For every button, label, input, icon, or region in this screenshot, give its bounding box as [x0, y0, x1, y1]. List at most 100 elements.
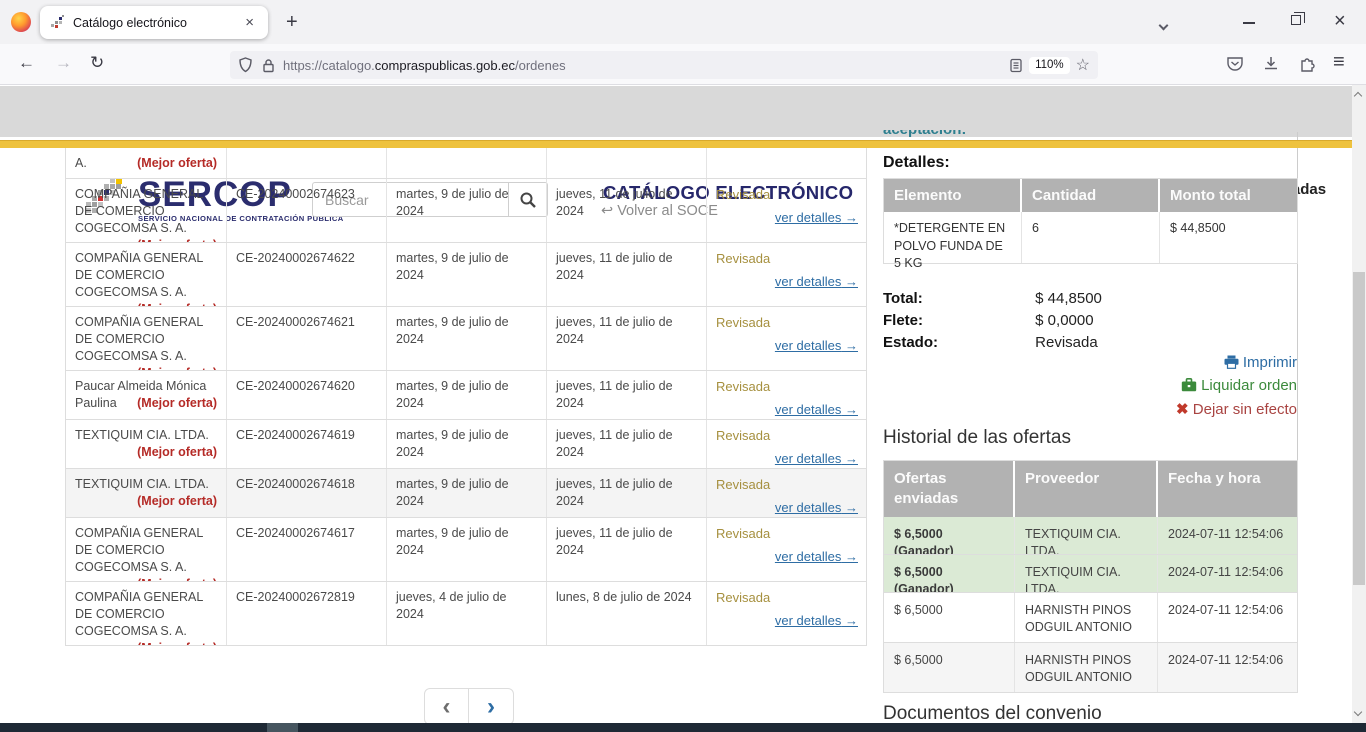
best-offer-badge: (Mejor oferta): [137, 576, 217, 581]
shield-icon[interactable]: [238, 57, 253, 73]
pagination: ‹ ›: [424, 688, 514, 725]
monto-cell: $ 44,8500: [1160, 212, 1299, 263]
datetime-cell: 2024-07-11 12:54:06: [1158, 517, 1299, 554]
pagination-next-button[interactable]: ›: [469, 689, 513, 724]
date-due-cell: jueves, 11 de julio de 2024: [547, 518, 707, 581]
forward-button[interactable]: →: [55, 53, 72, 73]
url-bar[interactable]: https://catalogo.compraspublicas.gob.ec/…: [230, 51, 1098, 79]
firefox-icon[interactable]: [11, 12, 31, 32]
status-cell: Revisada ver detalles →: [707, 243, 866, 306]
reader-view-icon[interactable]: [1009, 58, 1023, 73]
total-row: Total: $ 44,8500: [883, 290, 1102, 307]
orders-table: A.(Mejor oferta) COMPAÑIA GENERAL DE COM…: [65, 148, 867, 646]
best-offer-badge: (Mejor oferta): [137, 493, 217, 510]
date-due-cell: jueves, 11 de julio de 2024: [547, 420, 707, 468]
tab-close-icon[interactable]: ×: [241, 13, 258, 32]
column-header: Proveedor: [1015, 461, 1158, 517]
downloads-icon[interactable]: [1262, 55, 1280, 73]
window-close-button[interactable]: ×: [1334, 10, 1346, 33]
date-sent-cell: martes, 9 de julio de 2024: [387, 243, 547, 306]
cantidad-cell: 6: [1022, 212, 1160, 263]
elemento-cell: *DETERGENTE EN POLVO FUNDA DE 5 KG: [884, 212, 1022, 263]
estado-label: Estado:: [883, 334, 1031, 351]
supplier-cell: COMPAÑIA GENERAL DE COMERCIO COGECOMSA S…: [66, 179, 227, 242]
date-sent-cell: martes, 9 de julio de 2024: [387, 518, 547, 581]
ver-detalles-link[interactable]: ver detalles →: [716, 548, 858, 566]
status-cell: Revisada ver detalles →: [707, 420, 866, 468]
footer-segment: [267, 723, 298, 732]
status-cell: Revisada ver detalles →: [707, 469, 866, 517]
history-title: Historial de las ofertas: [883, 427, 1071, 449]
ver-detalles-link[interactable]: ver detalles →: [716, 612, 858, 630]
tab-list-chevron-icon[interactable]: [1160, 16, 1167, 34]
history-row: $ 6,5000 HARNISTH PINOS ODGUIL ANTONIO 2…: [884, 593, 1297, 643]
tab-favicon-icon: [50, 15, 65, 30]
new-tab-button[interactable]: +: [280, 9, 304, 36]
arrow-right-icon: →: [845, 613, 858, 628]
date-due-cell: lunes, 8 de julio de 2024: [547, 582, 707, 645]
ver-detalles-link[interactable]: ver detalles →: [716, 499, 858, 517]
browser-window: Catálogo electrónico × + × ← → ↻ https:/…: [0, 0, 1366, 732]
supplier-cell: COMPAÑIA GENERAL DE COMERCIO COGECOMSA S…: [66, 307, 227, 370]
scroll-up-icon[interactable]: [1354, 92, 1362, 100]
reload-button[interactable]: ↻: [90, 53, 104, 73]
datetime-cell: 2024-07-11 12:54:06: [1158, 555, 1299, 592]
details-table-header: Elemento Cantidad Monto total: [884, 179, 1297, 212]
arrow-right-icon: →: [845, 549, 858, 564]
details-table-row: *DETERGENTE EN POLVO FUNDA DE 5 KG 6 $ 4…: [884, 212, 1297, 263]
page-scrollbar[interactable]: [1352, 85, 1366, 723]
back-button[interactable]: ←: [18, 53, 35, 73]
pagination-prev-button[interactable]: ‹: [425, 689, 469, 724]
column-header: Elemento: [884, 179, 1022, 212]
imprimir-link[interactable]: Imprimir: [1176, 354, 1297, 371]
status-badge: Revisada: [716, 187, 770, 202]
zoom-level-button[interactable]: 110%: [1029, 57, 1070, 74]
ver-detalles-link[interactable]: ver detalles →: [716, 337, 858, 355]
ver-detalles-link[interactable]: ver detalles →: [716, 209, 858, 227]
bookmark-star-icon[interactable]: ☆: [1076, 55, 1090, 75]
scrollbar-thumb[interactable]: [1353, 272, 1365, 585]
ce-number-cell: CE-20240002674619: [227, 420, 387, 468]
status-cell: Revisada ver detalles →: [707, 371, 866, 419]
footer-bar: [0, 723, 1366, 732]
extensions-puzzle-icon[interactable]: [1298, 54, 1317, 73]
window-minimize-button[interactable]: [1243, 22, 1255, 24]
offer-cell: $ 6,5000: [884, 643, 1015, 692]
flete-value: $ 0,0000: [1035, 312, 1093, 329]
ver-detalles-link[interactable]: ver detalles →: [716, 450, 858, 468]
pocket-icon[interactable]: [1226, 55, 1244, 73]
date-due-cell: jueves, 11 de julio de 2024: [547, 243, 707, 306]
table-row: TEXTIQUIM CIA. LTDA. (Mejor oferta) CE-2…: [66, 420, 866, 469]
flete-label: Flete:: [883, 312, 1031, 329]
table-row: Paucar Almeida Mónica Paulina (Mejor ofe…: [66, 371, 866, 420]
ce-number-cell: CE-20240002674621: [227, 307, 387, 370]
estado-value: Revisada: [1035, 334, 1098, 351]
window-restore-button[interactable]: [1291, 15, 1301, 25]
liquidar-orden-link[interactable]: Liquidar orden: [1176, 377, 1297, 394]
status-cell: Revisada ver detalles →: [707, 307, 866, 370]
scroll-down-icon[interactable]: [1354, 708, 1362, 716]
table-row-selected: TEXTIQUIM CIA. LTDA. (Mejor oferta) CE-2…: [66, 469, 866, 518]
lock-icon[interactable]: [262, 58, 275, 73]
column-header: Ofertas enviadas: [884, 461, 1015, 517]
table-row: COMPAÑIA GENERAL DE COMERCIO COGECOMSA S…: [66, 243, 866, 307]
date-sent-cell: martes, 9 de julio de 2024: [387, 307, 547, 370]
supplier-cell: Paucar Almeida Mónica Paulina (Mejor ofe…: [66, 371, 227, 419]
arrow-right-icon: →: [845, 210, 858, 225]
status-cell: Revisada ver detalles →: [707, 518, 866, 581]
tab-title: Catálogo electrónico: [73, 16, 241, 30]
menu-hamburger-icon[interactable]: ≡: [1333, 51, 1345, 74]
best-offer-badge: (Mejor oferta): [137, 640, 217, 645]
total-label: Total:: [883, 290, 1031, 307]
history-table-header: Ofertas enviadas Proveedor Fecha y hora: [884, 461, 1297, 517]
dejar-sin-efecto-link[interactable]: ✖ Dejar sin efecto: [1176, 400, 1297, 418]
arrow-right-icon: →: [845, 500, 858, 515]
header-accent-bar: [0, 140, 1352, 148]
provider-cell: HARNISTH PINOS ODGUIL ANTONIO: [1015, 593, 1158, 642]
ver-detalles-link[interactable]: ver detalles →: [716, 273, 858, 291]
ver-detalles-link[interactable]: ver detalles →: [716, 401, 858, 419]
browser-tab[interactable]: Catálogo electrónico ×: [40, 6, 268, 39]
date-sent-cell: martes, 9 de julio de 2024: [387, 179, 547, 242]
url-text[interactable]: https://catalogo.compraspublicas.gob.ec/…: [283, 58, 1009, 73]
history-row-winner: $ 6,5000 (Ganador) TEXTIQUIM CIA. LTDA. …: [884, 555, 1297, 593]
